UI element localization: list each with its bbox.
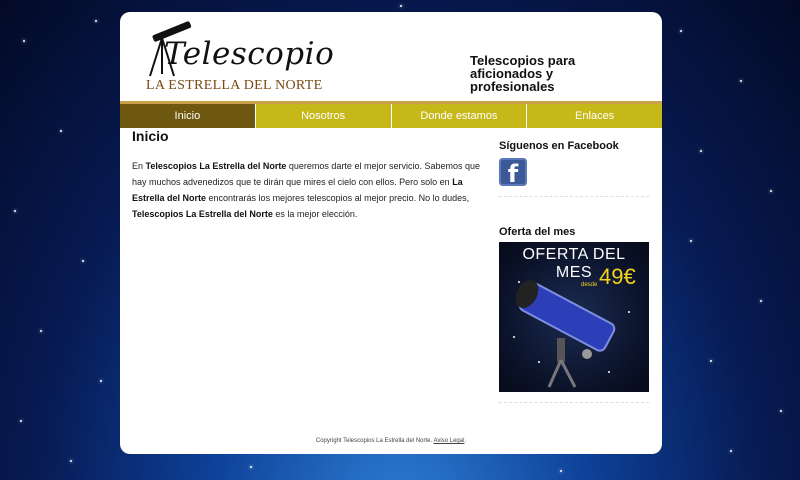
legal-notice-link[interactable]: Aviso Legal xyxy=(434,438,465,444)
facebook-icon[interactable]: f xyxy=(499,158,527,188)
main-content: Inicio En Telescopios La Estrella del No… xyxy=(132,128,484,222)
sidebar-divider-2 xyxy=(499,402,649,403)
site-logo[interactable]: Telescopio LA ESTRELLA DEL NORTE xyxy=(134,18,334,98)
offer-title: Oferta del mes xyxy=(499,226,576,238)
nav-item-enlaces[interactable]: Enlaces xyxy=(527,104,662,128)
intro-bold-3: Telescopios La Estrella del Norte xyxy=(132,209,273,219)
intro-paragraph: En Telescopios La Estrella del Norte que… xyxy=(132,158,484,222)
main-nav: Inicio Nosotros Donde estamos Enlaces xyxy=(120,104,662,128)
intro-bold-1: Telescopios La Estrella del Norte xyxy=(145,161,287,171)
intro-text-4: es la mejor elección. xyxy=(272,209,358,219)
site-footer: Copyright Telescopios La Estrella del No… xyxy=(120,438,662,444)
nav-item-donde-estamos[interactable]: Donde estamos xyxy=(391,104,528,128)
logo-script-text: Telescopio xyxy=(164,36,335,72)
site-tagline: Telescopios para aficionados y profesion… xyxy=(470,53,576,94)
site-header: Telescopio LA ESTRELLA DEL NORTE Telesco… xyxy=(120,12,662,102)
copyright-text: Copyright Telescopios La Estrella del No… xyxy=(315,438,433,444)
sidebar-divider xyxy=(499,196,649,197)
intro-text-3: encontrarás los mejores telescopios al m… xyxy=(206,193,470,203)
page-container: Telescopio LA ESTRELLA DEL NORTE Telesco… xyxy=(120,12,662,454)
sidebar: Síguenos en Facebook f Oferta del mes OF… xyxy=(499,140,649,403)
offer-banner[interactable]: OFERTA DEL MES desde 49€ xyxy=(499,242,649,392)
nav-item-nosotros[interactable]: Nosotros xyxy=(255,104,392,128)
page-title: Inicio xyxy=(132,128,169,144)
facebook-title: Síguenos en Facebook xyxy=(499,140,619,152)
legal-tail: . xyxy=(464,438,467,444)
logo-subtitle: LA ESTRELLA DEL NORTE xyxy=(146,78,323,93)
nav-item-inicio[interactable]: Inicio xyxy=(120,104,256,128)
telescope-product-image xyxy=(513,279,630,388)
intro-text-1: En xyxy=(132,161,146,171)
